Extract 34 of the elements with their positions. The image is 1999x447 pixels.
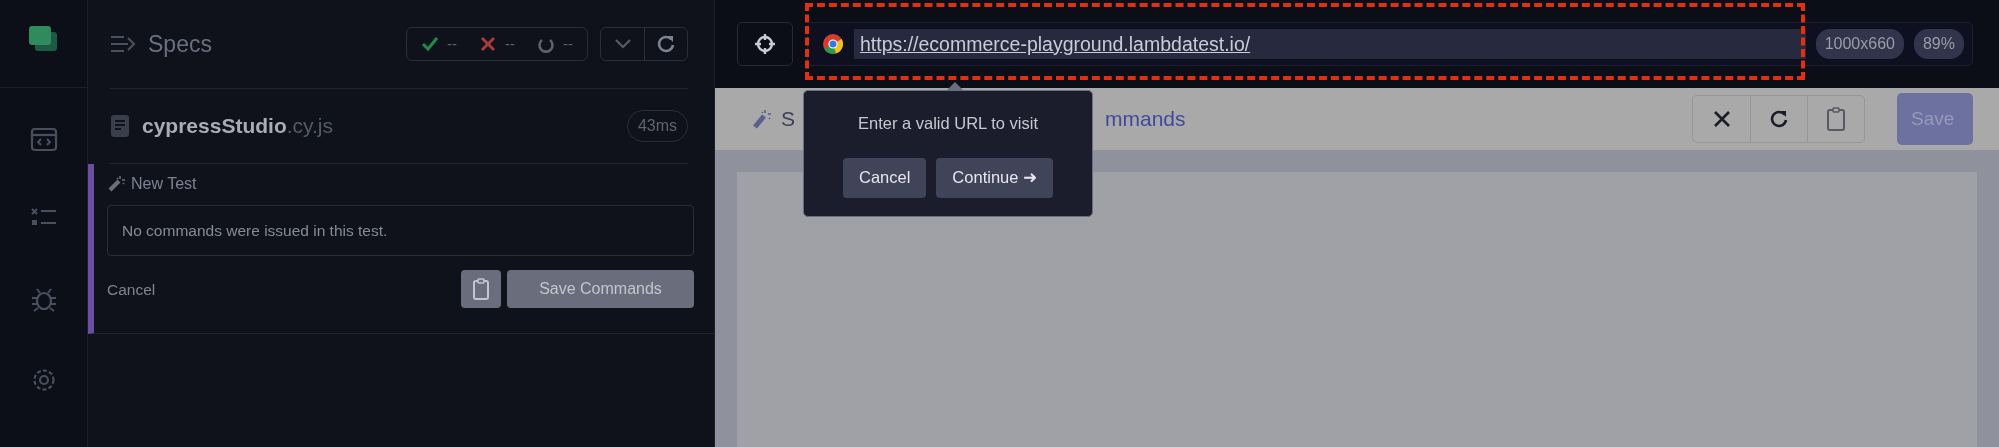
url-field[interactable]: https://ecommerce-playground.lambdatest.io/ xyxy=(854,29,1806,59)
failed-count: -- xyxy=(505,33,515,54)
list-icon xyxy=(110,34,136,54)
crosshair-icon xyxy=(754,33,776,55)
close-icon xyxy=(1712,110,1731,128)
cancel-button[interactable]: Cancel xyxy=(843,157,927,198)
zoom-level: 89% xyxy=(1913,29,1964,59)
cross-icon xyxy=(479,35,497,53)
magic-wand-icon xyxy=(751,108,771,130)
browser-logo-icon xyxy=(822,33,844,55)
reload-icon xyxy=(1769,109,1789,129)
continue-button[interactable]: Continue ➜ xyxy=(936,157,1053,198)
pending-count: -- xyxy=(563,33,573,54)
specs-title: Specs xyxy=(148,29,212,59)
cancel-link[interactable]: Cancel xyxy=(107,277,156,301)
copy-button[interactable] xyxy=(461,270,501,309)
selector-button[interactable] xyxy=(737,22,793,66)
browser-code-icon[interactable] xyxy=(29,126,58,154)
empty-commands-message: No commands were issued in this test. xyxy=(107,205,694,257)
passed-count: -- xyxy=(447,33,457,54)
clipboard-icon xyxy=(473,278,489,301)
studio-title: S xyxy=(781,106,795,133)
document-icon xyxy=(110,114,130,138)
clipboard-icon xyxy=(1827,107,1845,131)
spec-file-name[interactable]: cypressStudio.cy.js xyxy=(142,110,333,142)
bug-icon[interactable] xyxy=(29,286,58,314)
magic-wand-icon xyxy=(107,175,125,193)
chevron-icon xyxy=(614,39,631,49)
reload-icon xyxy=(656,34,676,54)
viewport-size: 1000x660 xyxy=(1815,29,1904,59)
check-icon xyxy=(421,35,439,53)
test-title: New Test xyxy=(131,174,197,194)
popover-message: Enter a valid URL to visit xyxy=(856,113,1039,134)
logo-icon xyxy=(28,26,59,52)
